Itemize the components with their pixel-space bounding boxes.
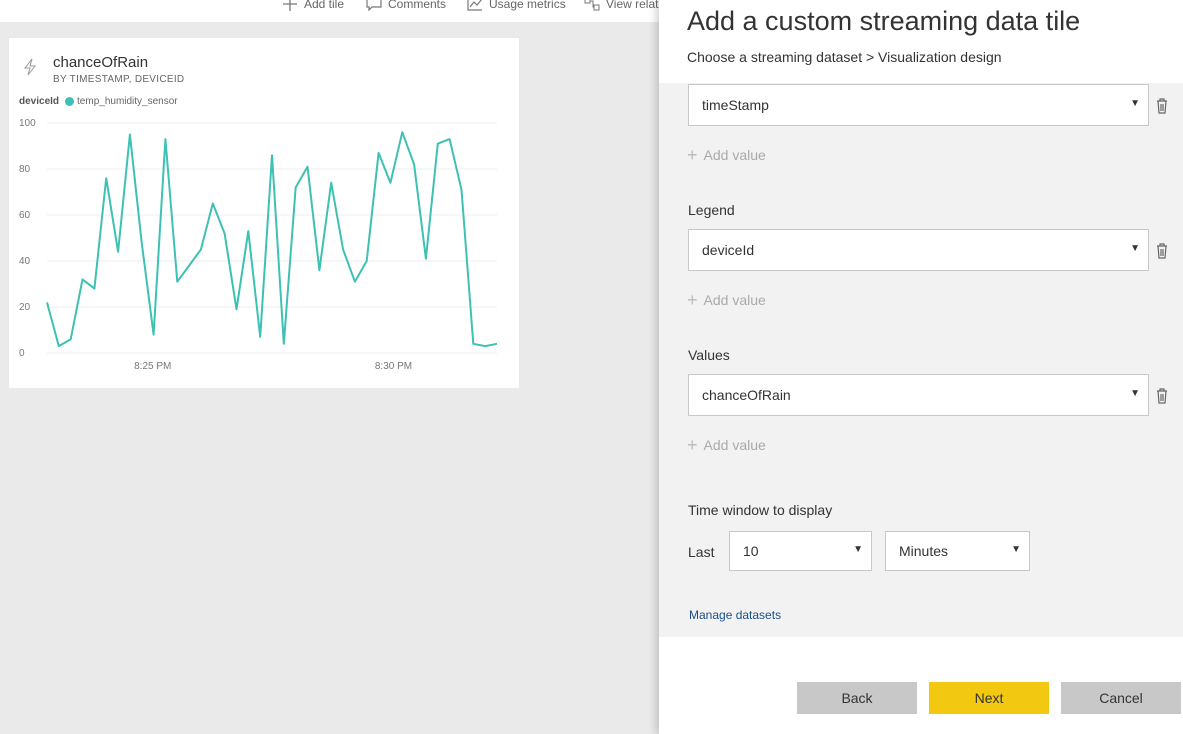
add-tile-label: Add tile <box>304 0 345 11</box>
tile-title: chanceOfRain <box>53 54 149 71</box>
view-related-label: View relat <box>606 0 659 11</box>
usage-metrics-button[interactable]: Usage metrics <box>467 0 566 11</box>
time-window-label: Time window to display <box>688 502 833 518</box>
x-tick-label: 8:25 PM <box>134 361 171 372</box>
values-field-label: Values <box>688 347 730 363</box>
y-tick-label: 40 <box>19 256 31 267</box>
values-select-value: chanceOfRain <box>702 387 791 403</box>
line-chart: 0 20 40 60 80 100 8:25 PM 8:30 PM <box>19 118 498 372</box>
form-area: timeStamp ▼ + Add value Legend deviceId … <box>659 83 1183 637</box>
time-count-value: 10 <box>743 543 759 559</box>
back-button[interactable]: Back <box>797 682 917 714</box>
add-value-label: Add value <box>703 147 766 163</box>
axis-select-value: timeStamp <box>702 97 769 113</box>
legend-item-label: temp_humidity_sensor <box>77 96 178 107</box>
y-tick-label: 80 <box>19 164 31 175</box>
add-value-label: Add value <box>703 437 766 453</box>
last-label: Last <box>688 544 715 560</box>
x-tick-label: 8:30 PM <box>375 361 412 372</box>
chevron-down-icon: ▼ <box>853 544 863 555</box>
y-tick-label: 0 <box>19 348 25 359</box>
chevron-down-icon: ▼ <box>1130 388 1140 399</box>
manage-datasets-link[interactable]: Manage datasets <box>689 608 781 622</box>
time-unit-select[interactable]: Minutes ▼ <box>885 531 1030 571</box>
view-related-button[interactable]: View relat <box>584 0 658 11</box>
dashboard-toolbar: Add tile Comments Usage metrics View rel… <box>0 0 680 22</box>
legend-select-value: deviceId <box>702 242 755 258</box>
chevron-down-icon: ▼ <box>1011 544 1021 555</box>
plus-icon: + <box>687 435 698 455</box>
plus-icon: + <box>687 290 698 310</box>
comments-button[interactable]: Comments <box>366 0 446 11</box>
y-tick-label: 100 <box>19 118 36 129</box>
trash-icon[interactable] <box>1155 388 1169 404</box>
plus-icon: + <box>687 145 698 165</box>
chart-icon <box>467 0 482 11</box>
time-count-select[interactable]: 10 ▼ <box>729 531 872 571</box>
related-icon <box>584 0 600 11</box>
legend-key: deviceId <box>19 96 60 107</box>
add-axis-value-button[interactable]: + Add value <box>687 145 766 165</box>
add-tile-button[interactable]: Add tile <box>282 0 344 11</box>
y-tick-label: 20 <box>19 302 31 313</box>
trash-icon[interactable] <box>1155 243 1169 259</box>
legend-dot <box>65 97 75 106</box>
time-unit-value: Minutes <box>899 543 949 559</box>
panel-title: Add a custom streaming data tile <box>687 6 1081 36</box>
chevron-down-icon: ▼ <box>1130 98 1140 109</box>
lightning-icon <box>23 58 37 76</box>
legend-item: temp_humidity_sensor <box>65 96 178 107</box>
streaming-tile[interactable]: chanceOfRain BY TIMESTAMP, DEVICEID devi… <box>9 38 519 388</box>
legend-select[interactable]: deviceId ▼ <box>688 229 1149 271</box>
legend-field-label: Legend <box>688 202 735 218</box>
y-tick-label: 60 <box>19 210 31 221</box>
breadcrumb: Choose a streaming dataset > Visualizati… <box>687 49 1002 65</box>
trash-icon[interactable] <box>1155 98 1169 114</box>
cancel-button[interactable]: Cancel <box>1061 682 1181 714</box>
plus-icon <box>283 0 297 11</box>
series-line <box>46 131 498 348</box>
chart-legend: deviceId temp_humidity_sensor <box>19 96 178 107</box>
tile-subtitle: BY TIMESTAMP, DEVICEID <box>53 74 185 85</box>
chevron-down-icon: ▼ <box>1130 243 1140 254</box>
add-value-label: Add value <box>703 292 766 308</box>
add-legend-value-button[interactable]: + Add value <box>687 290 766 310</box>
comments-label: Comments <box>388 0 447 11</box>
add-values-value-button[interactable]: + Add value <box>687 435 766 455</box>
comment-icon <box>366 0 382 11</box>
usage-metrics-label: Usage metrics <box>489 0 566 11</box>
values-select[interactable]: chanceOfRain ▼ <box>688 374 1149 416</box>
axis-select[interactable]: timeStamp ▼ <box>688 84 1149 126</box>
next-button[interactable]: Next <box>929 682 1049 714</box>
custom-tile-panel: Add a custom streaming data tile Choose … <box>659 0 1183 734</box>
